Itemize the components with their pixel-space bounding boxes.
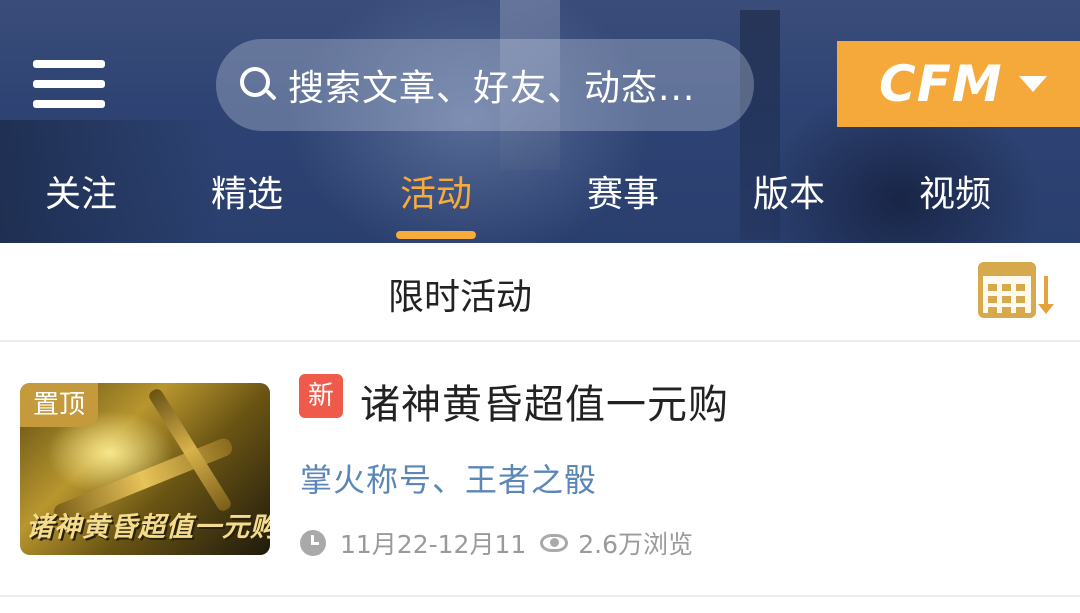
top-header: 搜索文章、好友、动态... CFM 关注 精选 活动 赛事 版本 视频 xyxy=(0,0,1080,243)
tab-label: 精选 xyxy=(211,174,284,215)
tab-follow[interactable]: 关注 xyxy=(45,165,117,243)
activity-view-count: 2.6万浏览 xyxy=(578,530,694,559)
menu-icon[interactable] xyxy=(33,60,105,108)
sort-arrow-icon xyxy=(1038,276,1054,314)
new-badge: 新 xyxy=(299,374,343,418)
tab-version[interactable]: 版本 xyxy=(753,165,825,243)
tab-label: 关注 xyxy=(45,174,118,215)
tab-label: 版本 xyxy=(753,174,826,215)
tab-bar: 关注 精选 活动 赛事 版本 视频 xyxy=(0,165,1080,243)
pinned-badge: 置顶 xyxy=(20,383,98,427)
active-tab-indicator xyxy=(396,231,477,239)
chevron-down-icon xyxy=(1018,76,1047,92)
tab-featured[interactable]: 精选 xyxy=(211,165,283,243)
activity-thumbnail: 置顶 诸神黄昏超值一元购 xyxy=(20,383,270,555)
search-icon xyxy=(238,65,278,105)
activity-meta: 11月22-12月11 2.6万浏览 xyxy=(300,528,694,559)
thumbnail-caption: 诸神黄昏超值一元购 xyxy=(26,512,270,543)
search-input[interactable]: 搜索文章、好友、动态... xyxy=(216,39,754,131)
tab-label: 活动 xyxy=(400,174,473,215)
section-title: 限时活动 xyxy=(388,277,533,318)
activity-subtitle: 掌火称号、王者之骰 xyxy=(300,461,598,499)
list-divider xyxy=(0,595,1080,597)
activity-title[interactable]: 诸神黄昏超值一元购 xyxy=(360,372,729,430)
calendar-icon xyxy=(978,262,1036,318)
eye-icon xyxy=(540,534,569,552)
game-switch-label: CFM xyxy=(879,55,1003,113)
activity-date-range: 11月22-12月11 xyxy=(340,530,527,559)
tab-events[interactable]: 活动 xyxy=(396,165,477,243)
tab-video[interactable]: 视频 xyxy=(919,165,991,243)
tab-label: 赛事 xyxy=(587,174,660,215)
tab-label: 视频 xyxy=(919,174,992,215)
clock-icon xyxy=(300,530,326,556)
tab-matches[interactable]: 赛事 xyxy=(587,165,659,243)
section-header: 限时活动 xyxy=(0,243,1080,342)
search-placeholder: 搜索文章、好友、动态... xyxy=(288,68,696,109)
game-switch-button[interactable]: CFM xyxy=(837,41,1080,127)
calendar-sort-button[interactable] xyxy=(978,262,1068,322)
